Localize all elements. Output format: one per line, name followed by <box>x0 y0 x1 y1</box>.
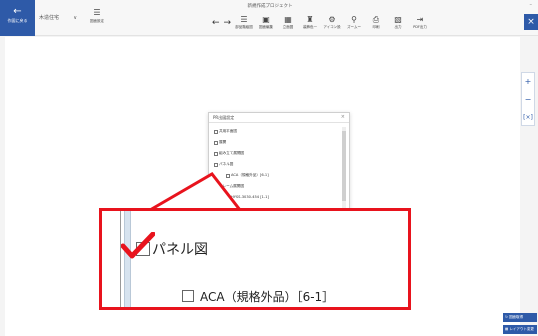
checkbox[interactable] <box>214 140 218 145</box>
checkbox[interactable] <box>214 151 218 156</box>
drawing-type-list: 共用平面図 展開 組み立て展開図 パネル図 ACA（規格外品）[6-1] フレー… <box>212 126 340 212</box>
refresh-icon: ↻ <box>505 315 508 319</box>
tree-bar <box>124 211 131 307</box>
tool-zoom[interactable]: ⚲ ズームー <box>343 14 365 30</box>
close-button[interactable]: × <box>524 14 538 30</box>
undo-arrow-icon[interactable]: ← <box>212 18 224 28</box>
list-item[interactable]: パネル図 <box>212 159 340 170</box>
layout-change-label: レイアウト変更 <box>509 327 534 331</box>
tool-output[interactable]: ▧ 出力 <box>387 14 409 30</box>
list-item[interactable]: 展開 <box>212 137 340 148</box>
zoom-in-button[interactable]: + <box>522 73 534 91</box>
tool-label: 印刷 <box>372 25 380 29</box>
checkbox[interactable] <box>214 184 218 189</box>
chevron-down-icon: ∨ <box>73 15 77 21</box>
list-item[interactable]: ACA（規格外品）[6-1] <box>212 170 340 181</box>
dialog-header: PR出図設定 × <box>209 113 349 123</box>
list-item[interactable]: HYSS-3030-454 [1-1] <box>212 192 340 203</box>
list-item-label: フレーム展開図 <box>219 184 245 188</box>
tool-print[interactable]: ⎙ 印刷 <box>365 14 387 30</box>
list-item[interactable]: フレーム展開図 <box>212 181 340 192</box>
gear-icon: ⚙ <box>328 15 336 24</box>
layers-icon: ☰ <box>93 8 101 17</box>
undo-redo: ←→ <box>212 18 235 28</box>
callout-sub-item: ACA（規格外品）［6-1］ <box>182 288 334 305</box>
drawing-settings-button[interactable]: ☰ 図面設定 <box>84 7 110 31</box>
tool-label: 出力 <box>394 25 402 29</box>
scrollbar-thumb[interactable] <box>342 131 346 201</box>
paint-icon: ♜ <box>306 15 314 24</box>
search-icon: ⚲ <box>351 15 357 24</box>
get-drawing-button[interactable]: ↻ 図面取得 <box>503 313 537 322</box>
grid-icon: ▦ <box>284 15 292 24</box>
list-item[interactable]: 組み立て展開図 <box>212 148 340 159</box>
tool-decoration[interactable]: ♜ 装飾色一 <box>299 14 321 30</box>
arrow-left-icon: ← <box>13 6 22 17</box>
list-item-label: 組み立て展開図 <box>219 151 245 155</box>
save-icon: ▧ <box>394 15 402 24</box>
list-item-label: 展開 <box>219 140 227 144</box>
tool-label: PDF出力 <box>413 25 427 29</box>
tree-line <box>120 211 121 307</box>
zoom-out-button[interactable]: − <box>522 91 534 109</box>
tool-icon-settings[interactable]: ⚙ アイコン設 <box>321 14 343 30</box>
back-label: 作図に戻る <box>7 18 28 23</box>
dialog-close-icon[interactable]: × <box>341 114 345 120</box>
close-icon: × <box>527 17 535 27</box>
checkbox[interactable] <box>214 129 218 134</box>
plan-select[interactable]: 木造住宅 ∨ <box>37 12 77 24</box>
list-item-label: HYSS-3030-454 [1-1] <box>231 195 269 199</box>
tool-label: 部品階級図 <box>235 25 253 29</box>
tool-label: アイコン設 <box>323 25 341 29</box>
image-icon: ▣ <box>262 15 270 24</box>
callout-main-label: パネル図 <box>152 242 208 258</box>
dialog-title: PR出図設定 <box>213 115 235 120</box>
print-icon: ⎙ <box>372 15 380 24</box>
checkmark-icon <box>121 232 155 259</box>
drawing-settings-label: 図面設定 <box>90 19 104 23</box>
get-drawing-label: 図面取得 <box>509 315 524 319</box>
export-icon: ⇥ <box>416 15 424 24</box>
minimize-icon[interactable]: – <box>530 2 533 8</box>
layout-icon: ▦ <box>505 327 509 331</box>
checkbox[interactable] <box>226 195 230 200</box>
tool-label: 立面図 <box>282 25 294 29</box>
checkbox[interactable] <box>226 173 230 178</box>
tool-pdf-export[interactable]: ⇥ PDF出力 <box>409 14 431 30</box>
tool-parts[interactable]: ☰ 部品階級図 <box>233 14 255 30</box>
tool-drawing-edit[interactable]: ▣ 図面編集 <box>255 14 277 30</box>
tool-label: 装飾色一 <box>303 25 317 29</box>
list-icon: ☰ <box>240 15 248 24</box>
layout-change-button[interactable]: ▦ レイアウト変更 <box>503 325 537 334</box>
checkbox[interactable] <box>214 162 218 167</box>
dialog-scrollbar[interactable] <box>342 127 346 211</box>
app-title: 新規作成プロジェクト <box>247 4 293 9</box>
list-item-label: パネル図 <box>219 162 234 166</box>
tool-label: ズームー <box>347 25 361 29</box>
tool-label: 図面編集 <box>259 25 273 29</box>
back-to-drawing-button[interactable]: ← 作図に戻る <box>0 0 35 36</box>
callout-sub-checkbox <box>182 290 194 302</box>
print-settings-dialog: PR出図設定 × 共用平面図 展開 組み立て展開図 パネル図 ACA（規格外品）… <box>208 112 350 212</box>
tool-group: ☰ 部品階級図 ▣ 図面編集 ▦ 立面図 ♜ 装飾色一 ⚙ アイコン設 ⚲ ズームー ⎙ 印刷… <box>233 14 431 30</box>
list-item[interactable]: 共用平面図 <box>212 126 340 137</box>
plan-select-value: 木造住宅 <box>39 15 60 21</box>
zoom-panel: + − [×] <box>521 72 535 126</box>
callout-sub-label: ACA（規格外品）［6-1］ <box>200 290 335 304</box>
list-item-label: 共用平面図 <box>219 129 237 133</box>
tool-elevation[interactable]: ▦ 立面図 <box>277 14 299 30</box>
top-toolbar: ← 作図に戻る 木造住宅 ∨ ☰ 図面設定 新規作成プロジェクト ←→ ☰ 部品階… <box>0 0 538 36</box>
fit-button[interactable]: [×] <box>522 109 534 127</box>
list-item-label: ACA（規格外品）[6-1] <box>231 173 269 177</box>
